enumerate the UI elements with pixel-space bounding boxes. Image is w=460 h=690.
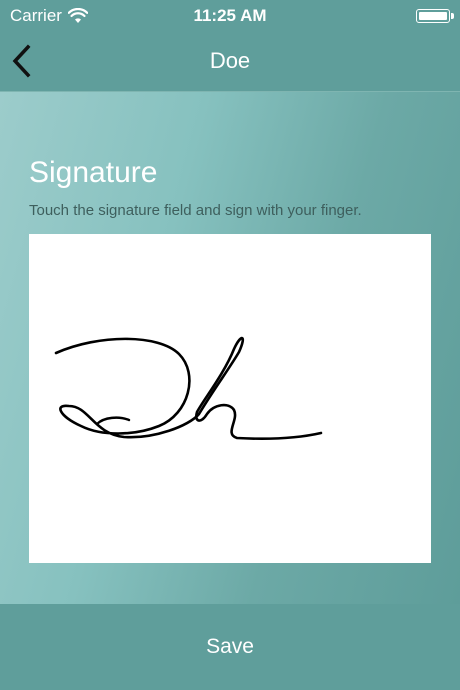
signature-stroke — [54, 336, 323, 441]
save-button[interactable]: Save — [0, 604, 460, 690]
footer-bar: Save — [0, 604, 460, 690]
signature-pad[interactable] — [29, 234, 431, 563]
signature-content: Signature Touch the signature field and … — [0, 92, 460, 604]
signature-heading: Signature — [29, 156, 158, 189]
status-time: 11:25 AM — [193, 6, 267, 25]
signature-instructions: Touch the signature field and sign with … — [29, 202, 362, 219]
navigation-bar: Doe — [0, 30, 460, 92]
status-bar: Carrier 11:25 AM — [0, 0, 460, 30]
page-title: Doe — [209, 48, 251, 73]
battery-icon — [416, 9, 454, 23]
